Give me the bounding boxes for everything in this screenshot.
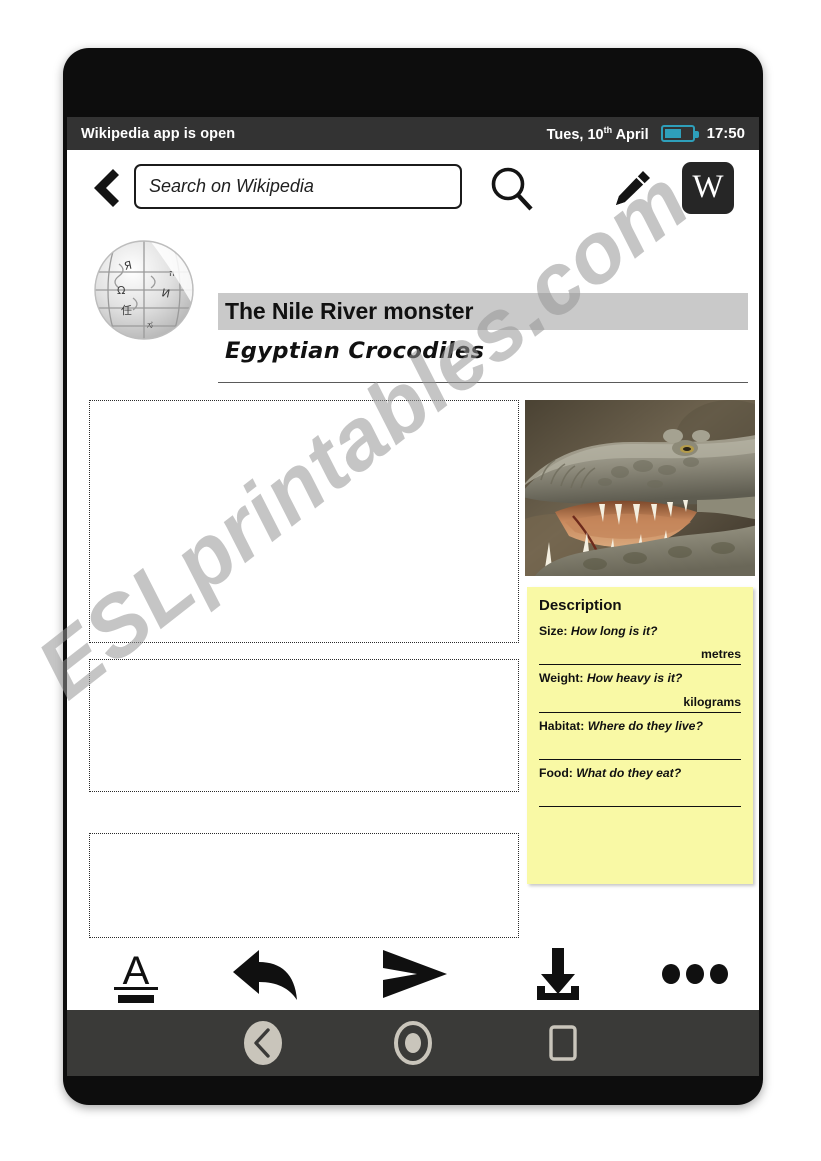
status-app-label: Wikipedia app is open — [81, 125, 236, 142]
wikipedia-globe-icon: Я Ω И 任 ಸ ה — [89, 236, 203, 344]
description-heading: Description — [539, 597, 622, 614]
description-divider-3 — [539, 758, 741, 760]
crocodile-photo — [525, 400, 755, 576]
status-bar: Wikipedia app is open Tues, 10th April 1… — [67, 117, 759, 150]
answer-box-3[interactable] — [89, 833, 519, 938]
description-divider-4 — [539, 806, 741, 807]
description-question-size: How long is it? — [570, 624, 658, 638]
back-chevron-icon[interactable] — [83, 166, 125, 210]
worksheet-page: Wikipedia app is open Tues, 10th April 1… — [0, 0, 821, 1161]
svg-text:Ω: Ω — [117, 284, 125, 297]
answer-box-1[interactable] — [89, 400, 519, 643]
page-subtitle: Egyptian Crocodiles — [225, 338, 485, 364]
status-date-text: Tues, 10 — [546, 126, 604, 143]
svg-text:A: A — [123, 949, 150, 993]
more-dots-icon[interactable] — [657, 944, 733, 1004]
description-divider-2 — [539, 711, 741, 713]
description-answer-space-habitat[interactable] — [539, 734, 741, 756]
pencil-icon[interactable] — [607, 168, 653, 210]
description-answer-space-food[interactable] — [539, 781, 741, 803]
status-date: Tues, 10th April — [547, 125, 649, 143]
answer-box-2[interactable] — [89, 659, 519, 792]
description-label-food: Food: — [539, 765, 573, 780]
nav-back-button[interactable] — [236, 1016, 290, 1070]
nav-home-button[interactable] — [386, 1016, 440, 1070]
search-input[interactable]: Search on Wikipedia — [134, 164, 462, 209]
description-question-food: What do they eat? — [576, 765, 682, 780]
description-row-size: Size: How long is it? — [539, 624, 741, 639]
description-question-weight: How heavy is it? — [586, 671, 683, 686]
reply-arrow-icon[interactable] — [229, 944, 305, 1004]
description-unit-size: metres — [701, 647, 741, 662]
magnifier-icon[interactable] — [487, 166, 537, 212]
status-time: 17:50 — [706, 124, 745, 142]
bottom-toolbar: A — [67, 940, 759, 1010]
battery-icon — [660, 124, 699, 142]
description-row-food: Food: What do they eat? — [539, 766, 741, 781]
underlined-a-icon[interactable]: A — [105, 944, 167, 1006]
description-card: Description Size: How long is it? metres… — [527, 587, 753, 884]
description-row-habitat: Habitat: Where do they live? — [539, 719, 741, 734]
status-right-group: Tues, 10th April 17:50 — [547, 125, 745, 143]
android-nav-bar — [67, 1010, 759, 1076]
description-unit-weight: kilograms — [683, 694, 741, 709]
description-row-weight: Weight: How heavy is it? — [539, 671, 741, 686]
wikipedia-logo-letter: W — [692, 168, 724, 205]
status-date-month: April — [612, 126, 649, 143]
description-divider-1 — [539, 664, 741, 666]
subtitle-divider — [218, 382, 748, 383]
svg-text:ಸ: ಸ — [147, 318, 153, 331]
description-label-habitat: Habitat: — [539, 718, 585, 733]
nav-recents-button[interactable] — [536, 1016, 590, 1070]
send-arrow-icon[interactable] — [377, 944, 453, 1004]
app-content: Search on Wikipedia W Я Ω И 任 ಸ ה The Ni… — [67, 150, 759, 1010]
tablet-device-frame: Wikipedia app is open Tues, 10th April 1… — [63, 48, 763, 1105]
svg-text:任: 任 — [121, 304, 132, 317]
search-placeholder: Search on Wikipedia — [149, 176, 314, 196]
page-title: The Nile River monster — [225, 298, 474, 324]
download-icon[interactable] — [527, 944, 589, 1006]
app-top-bar: Search on Wikipedia W — [67, 150, 759, 225]
wikipedia-logo-button[interactable]: W — [682, 162, 734, 214]
description-label-weight: Weight: — [539, 671, 584, 686]
description-question-habitat: Where do they live? — [587, 718, 703, 733]
description-label-size: Size: — [539, 624, 568, 638]
status-date-ordinal: th — [603, 124, 613, 135]
